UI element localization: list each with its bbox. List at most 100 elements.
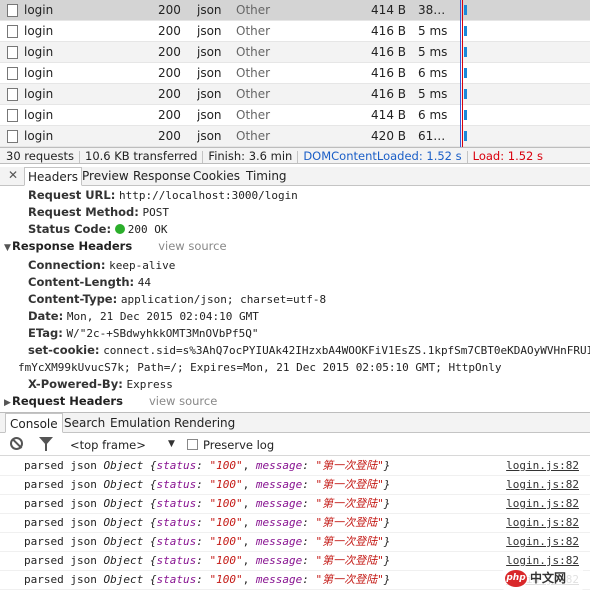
divider (297, 150, 299, 163)
header-key: Connection: (28, 258, 106, 272)
request-status: 200 (158, 24, 181, 38)
request-initiator: Other (236, 108, 271, 122)
status-ok-icon (114, 224, 125, 234)
request-status: 200 (158, 3, 181, 17)
request-time: 61… (418, 129, 446, 143)
waterfall-bar (464, 47, 467, 57)
brace-close: } (383, 573, 391, 586)
preserve-log-label: Preserve log (203, 438, 275, 452)
colon: : (196, 573, 203, 586)
header-value: application/json; charset=utf-8 (120, 293, 327, 306)
request-headers-toggle[interactable]: ▶Request Headers view source (0, 392, 590, 410)
request-type: json (197, 24, 222, 38)
request-size: 416 B (371, 45, 406, 59)
header-key: ETag: (28, 326, 63, 340)
log-object-type[interactable]: Object (103, 535, 143, 548)
request-type: json (197, 108, 222, 122)
request-type: json (197, 3, 222, 17)
preserve-log-checkbox[interactable] (187, 439, 198, 450)
caret-down-icon[interactable]: ▼ (168, 439, 175, 449)
brace-close: } (383, 516, 391, 529)
log-key: status (156, 554, 197, 567)
file-icon (7, 88, 18, 101)
table-row[interactable]: login 200 json Other 414 B 38… (0, 0, 590, 21)
log-source-link[interactable]: login.js:82 (506, 495, 579, 513)
tab-preview[interactable]: Preview (79, 167, 132, 186)
request-size: 416 B (371, 66, 406, 80)
frame-selector[interactable]: <top frame> (70, 437, 146, 453)
divider (202, 150, 204, 163)
request-detail-tabs: ✕ Headers Preview Response Cookies Timin… (0, 167, 590, 186)
log-value: "100" (209, 497, 243, 510)
request-time: 6 ms (418, 108, 448, 122)
tab-search[interactable]: Search (60, 413, 109, 433)
tab-headers[interactable]: Headers (24, 167, 82, 186)
log-key: message (255, 459, 303, 472)
log-object-type[interactable]: Object (103, 478, 143, 491)
log-object-type[interactable]: Object (103, 554, 143, 567)
network-request-table: login 200 json Other 414 B 38… login 200… (0, 0, 590, 147)
log-object-type[interactable]: Object (103, 459, 143, 472)
log-message: parsed json Object {status: "100", messa… (24, 514, 390, 532)
request-time: 5 ms (418, 87, 448, 101)
log-value: "100" (209, 459, 243, 472)
tab-cookies[interactable]: Cookies (190, 167, 243, 186)
header-value: keep-alive (109, 259, 176, 272)
table-row[interactable]: login 200 json Other 416 B 5 ms (0, 21, 590, 42)
file-icon (7, 130, 18, 143)
log-key: status (156, 535, 197, 548)
filter-icon[interactable] (39, 437, 53, 451)
log-object-type[interactable]: Object (103, 516, 143, 529)
tab-response[interactable]: Response (130, 167, 194, 186)
request-name: login (24, 24, 54, 38)
log-source-link[interactable]: login.js:82 (506, 533, 579, 551)
table-row[interactable]: login 200 json Other 416 B 6 ms (0, 63, 590, 84)
log-message: parsed json Object {status: "100", messa… (24, 476, 390, 494)
waterfall-bar (464, 131, 467, 141)
log-value: "第一次登陆" (315, 459, 384, 472)
request-status: 200 (158, 66, 181, 80)
table-row[interactable]: login 200 json Other 420 B 61… (0, 126, 590, 147)
log-entry: parsed json Object {status: "100", messa… (0, 476, 590, 495)
table-row[interactable]: login 200 json Other 414 B 6 ms (0, 105, 590, 126)
header-row: Date: Mon, 21 Dec 2015 02:04:10 GMT (0, 308, 590, 325)
request-initiator: Other (236, 66, 271, 80)
close-icon[interactable]: ✕ (6, 168, 20, 182)
view-source-link[interactable]: view source (149, 394, 217, 408)
log-object-type[interactable]: Object (103, 573, 143, 586)
brace-close: } (383, 478, 391, 491)
view-source-link[interactable]: view source (158, 239, 226, 253)
header-value: W/"2c-+SBdwyhkkOMT3MnOVbPf5Q" (66, 327, 259, 340)
clear-console-icon[interactable] (10, 437, 23, 450)
brace-close: } (383, 554, 391, 567)
waterfall-bar (464, 68, 467, 78)
header-value: Mon, 21 Dec 2015 02:04:10 GMT (66, 310, 259, 323)
tab-timing[interactable]: Timing (243, 167, 290, 186)
tab-rendering[interactable]: Rendering (170, 413, 239, 433)
colon: : (302, 535, 309, 548)
status-code-value: 200 OK (127, 223, 168, 236)
log-label: parsed json (24, 554, 97, 567)
header-value: fmYcXM99kUvucS7k; Path=/; Expires=Mon, 2… (18, 361, 502, 374)
request-name: login (24, 66, 54, 80)
table-row[interactable]: login 200 json Other 416 B 5 ms (0, 42, 590, 63)
status-code-row: Status Code: 200 OK (0, 221, 590, 238)
table-row[interactable]: login 200 json Other 416 B 5 ms (0, 84, 590, 105)
request-url-value: http://localhost:3000/login (119, 189, 298, 202)
tab-emulation[interactable]: Emulation (106, 413, 175, 433)
file-icon (7, 25, 18, 38)
log-key: status (156, 497, 197, 510)
log-object-type[interactable]: Object (103, 497, 143, 510)
request-time: 38… (418, 3, 446, 17)
tab-console[interactable]: Console (5, 413, 63, 433)
colon: : (302, 573, 309, 586)
log-source-link[interactable]: login.js:82 (506, 514, 579, 532)
response-headers-toggle[interactable]: ▼Response Headers view source (0, 237, 590, 255)
header-value: Express (126, 378, 173, 391)
comma: , (242, 554, 250, 567)
file-icon (7, 109, 18, 122)
log-source-link[interactable]: login.js:82 (506, 457, 579, 475)
request-method-value: POST (142, 206, 170, 219)
log-value: "100" (209, 554, 243, 567)
log-source-link[interactable]: login.js:82 (506, 476, 579, 494)
